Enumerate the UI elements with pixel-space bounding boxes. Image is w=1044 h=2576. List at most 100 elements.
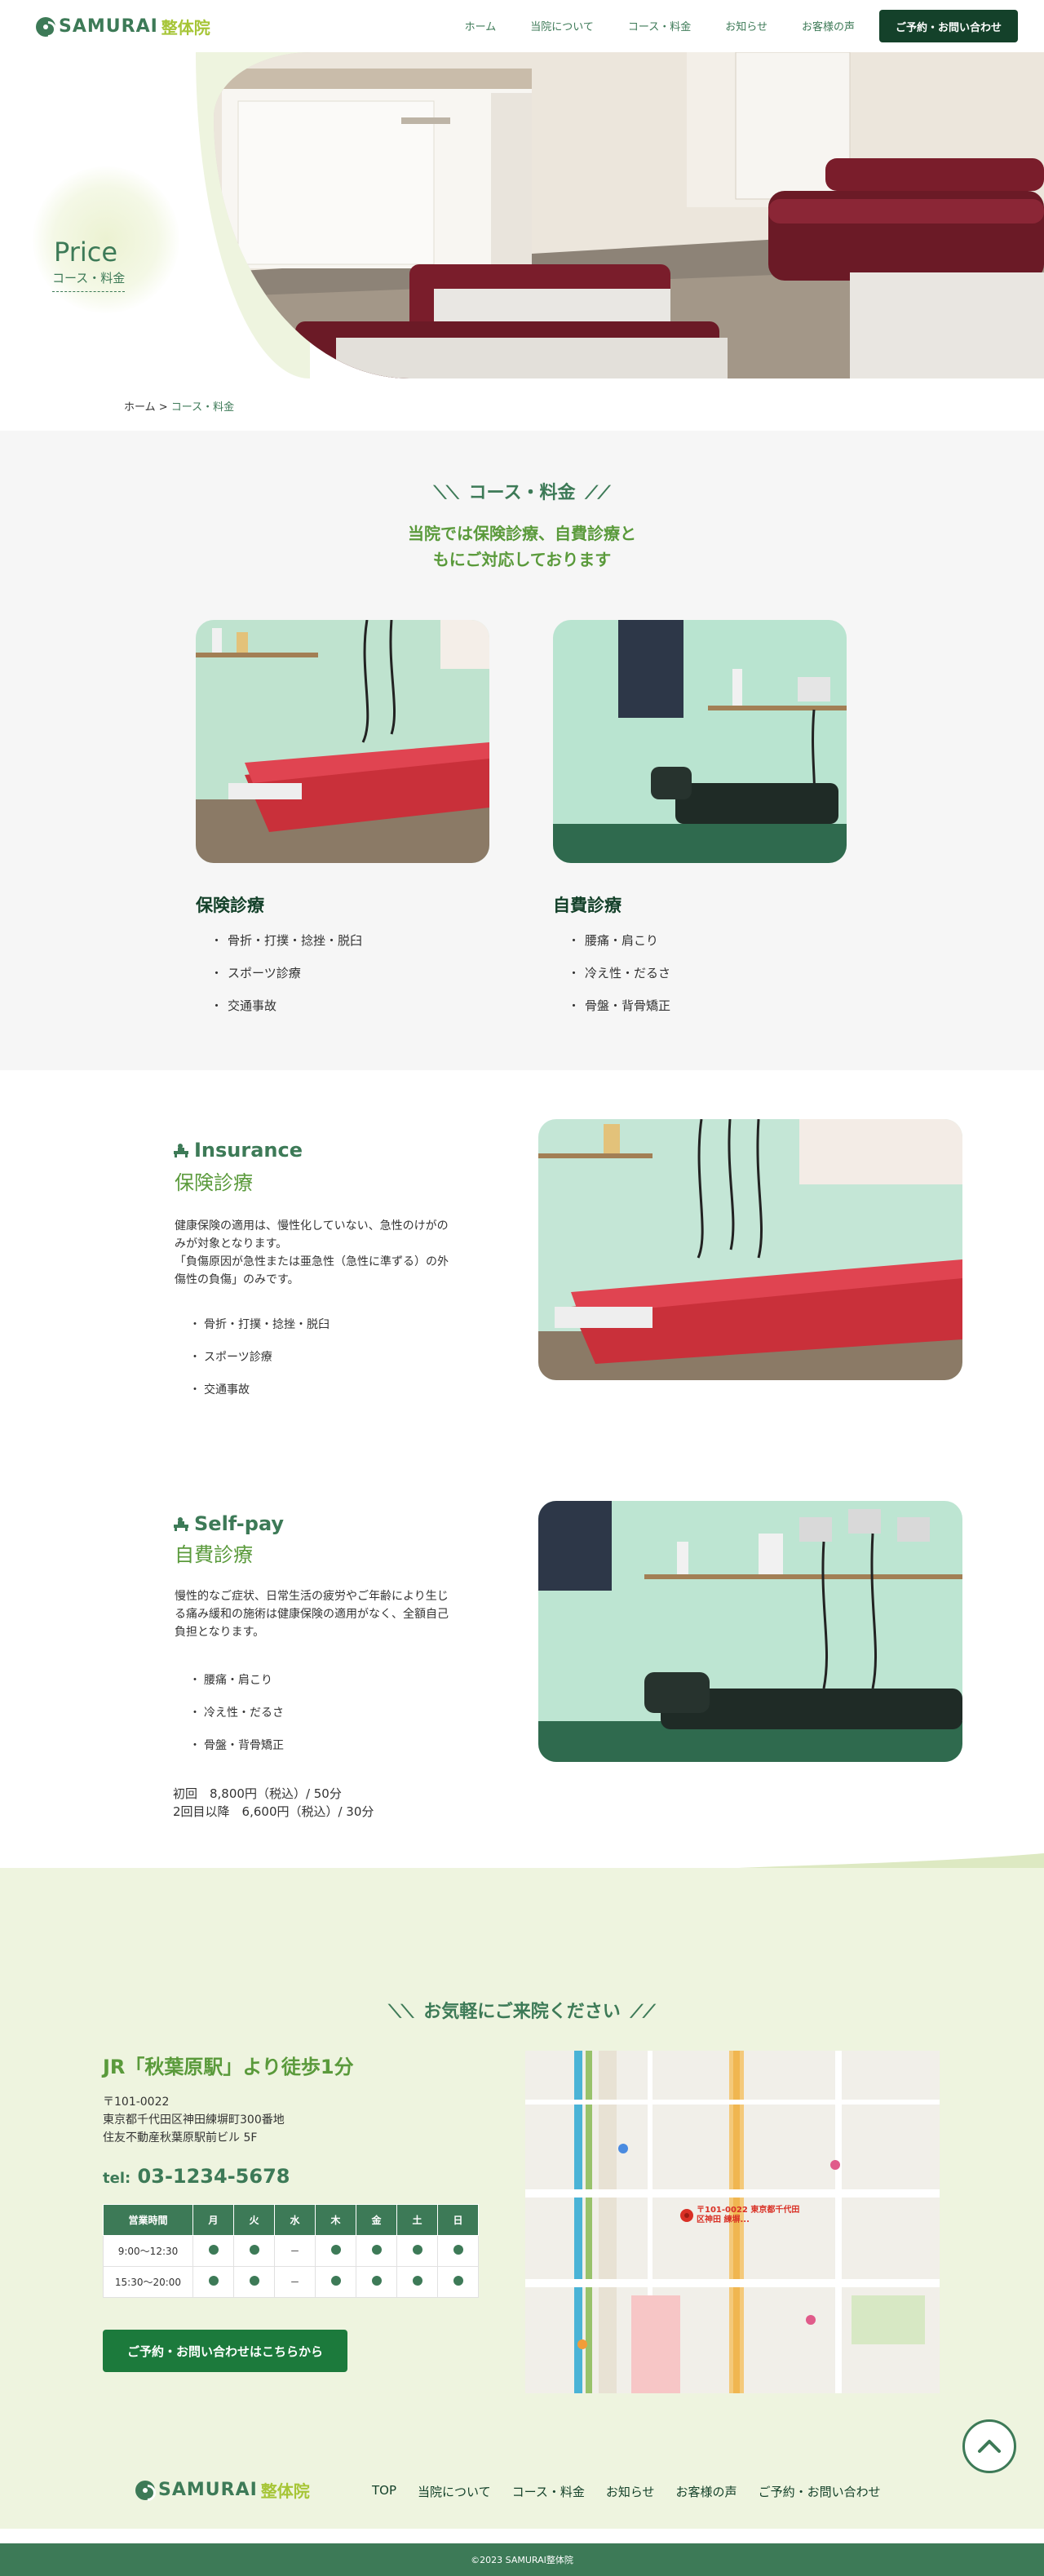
- open-cell: [315, 2235, 356, 2267]
- closed-cell: －: [274, 2235, 316, 2267]
- access-headline: JR「秋葉原駅」より徒歩1分: [103, 2056, 354, 2078]
- insurance-label: Insurance: [173, 1139, 303, 1162]
- open-dot-icon: [412, 2276, 422, 2286]
- nav-news[interactable]: お知らせ: [725, 18, 768, 33]
- insurance-card-image: [196, 620, 489, 863]
- table-row: 9:00〜12:30 －: [103, 2235, 479, 2267]
- selfpay-label: Self-pay: [173, 1512, 284, 1535]
- footer-nav-voice[interactable]: お客様の声: [676, 2483, 737, 2500]
- table-header-row: 営業時間 月 火 水 木 金 土 日: [103, 2204, 479, 2236]
- list-item: 骨盤・背骨矯正: [568, 989, 670, 1022]
- nav-home[interactable]: ホーム: [465, 18, 497, 33]
- address-zip: 〒101-0022: [103, 2096, 170, 2109]
- insurance-detail-image: [538, 1119, 962, 1380]
- open-dot-icon: [208, 2245, 219, 2255]
- selfpay-room-photo: [553, 620, 847, 863]
- breadcrumb-current: コース・料金: [170, 401, 235, 414]
- open-dot-icon: [371, 2245, 382, 2255]
- hero-image: [214, 52, 1044, 378]
- open-dot-icon: [453, 2276, 463, 2286]
- open-cell: [315, 2266, 356, 2298]
- overview-title-text: コース・料金: [468, 483, 576, 503]
- closed-cell: －: [274, 2266, 316, 2298]
- list-item: 腰痛・肩こり: [568, 924, 670, 957]
- lead-line-1: 当院では保険診療、自費診療と: [408, 524, 636, 543]
- open-dot-icon: [453, 2245, 463, 2255]
- business-hours-table: 営業時間 月 火 水 木 金 土 日 9:00〜12:30 － 15:30〜20…: [103, 2204, 479, 2298]
- selfpay-label-text: Self-pay: [194, 1512, 285, 1535]
- chevron-up-icon: [978, 2440, 1001, 2453]
- address-line-2: 住友不動産秋葉原駅前ビル 5F: [103, 2131, 258, 2144]
- massage-bed-icon: [174, 1144, 188, 1157]
- site-header: SAMURAI 整体院 ホーム 当院について コース・料金 お知らせ お客様の声…: [0, 0, 1044, 52]
- footer-nav-news[interactable]: お知らせ: [606, 2483, 655, 2500]
- nav-about[interactable]: 当院について: [530, 18, 594, 33]
- map[interactable]: 〒101-0022 東京都千代田区神田 練塀...: [525, 2051, 940, 2393]
- list-item: スポーツ診療: [210, 957, 362, 989]
- open-cell: [233, 2235, 275, 2267]
- footer-logo-text: SAMURAI: [158, 2480, 258, 2500]
- page-subtitle: コース・料金: [52, 269, 126, 292]
- map-pin-label: 〒101-0022 東京都千代田区神田 練塀...: [697, 2206, 800, 2224]
- contact-button[interactable]: ご予約・お問い合わせはこちらから: [103, 2330, 347, 2372]
- open-dot-icon: [208, 2276, 219, 2286]
- price-first: 初回 8,800円（税込）/ 50分: [173, 1786, 342, 1801]
- selfpay-sub: 自費診療: [175, 1543, 253, 1566]
- insurance-text-line: みが対象となります。: [175, 1237, 288, 1250]
- footer-logo[interactable]: SAMURAI 整体院: [135, 2478, 310, 2502]
- list-item: 交通事故: [189, 1374, 330, 1406]
- open-cell: [356, 2266, 397, 2298]
- back-to-top-button[interactable]: [962, 2419, 1016, 2473]
- open-cell: [437, 2235, 479, 2267]
- nav-voice[interactable]: お客様の声: [802, 18, 855, 33]
- selfpay-description: 慢性的なご症状、日常生活の疲労やご年齢により生じ る痛み緩和の施術は健康保険の適…: [175, 1587, 493, 1641]
- list-item: 骨折・打撲・捻挫・脱臼: [189, 1308, 330, 1341]
- footer-nav-top[interactable]: TOP: [372, 2483, 396, 2500]
- slash-right-icon: ⟋⟋: [630, 2002, 656, 2022]
- insurance-room-photo: [196, 620, 489, 863]
- insurance-description: 健康保険の適用は、慢性化していない、急性のけがの みが対象となります。 「負傷原…: [175, 1217, 493, 1289]
- tel-number: 03-1234-5678: [137, 2165, 290, 2188]
- table-header-cell: 火: [233, 2204, 275, 2236]
- hero-room-illustration: [214, 52, 1044, 378]
- address: 〒101-0022 東京都千代田区神田練塀町300番地 住友不動産秋葉原駅前ビル…: [103, 2093, 285, 2147]
- hero: Price コース・料金: [0, 52, 1044, 378]
- selfpay-list: 腰痛・肩こり 冷え性・だるさ 骨盤・背骨矯正: [189, 1664, 284, 1762]
- selfpay-detail-image: [538, 1501, 962, 1762]
- footer-nav-price[interactable]: コース・料金: [512, 2483, 585, 2500]
- lead-line-2: もにご対応しております: [432, 550, 612, 569]
- logo[interactable]: SAMURAI 整体院: [36, 15, 210, 38]
- insurance-text-line: 「負傷原因が急性または亜急性（急性に準ずる）の外: [175, 1255, 449, 1268]
- insurance-text-line: 健康保険の適用は、慢性化していない、急性のけがの: [175, 1219, 449, 1233]
- selfpay-card-image: [553, 620, 847, 863]
- selfpay-text-line: 負担となります。: [175, 1626, 265, 1639]
- list-item: 冷え性・だるさ: [189, 1697, 284, 1729]
- time-cell: 15:30〜20:00: [103, 2266, 193, 2298]
- breadcrumb-home[interactable]: ホーム: [124, 401, 156, 414]
- open-cell: [192, 2235, 234, 2267]
- open-cell: [396, 2266, 438, 2298]
- open-cell: [356, 2235, 397, 2267]
- overview-section: ⟍⟍ コース・料金 ⟋⟋ 当院では保険診療、自費診療と もにご対応しております: [0, 431, 1044, 1070]
- insurance-detail-photo: [538, 1119, 962, 1380]
- header-contact-button[interactable]: ご予約・お問い合わせ: [879, 10, 1018, 42]
- open-dot-icon: [371, 2276, 382, 2286]
- nav-price[interactable]: コース・料金: [628, 18, 691, 33]
- open-cell: [192, 2266, 234, 2298]
- footer-nav-contact[interactable]: ご予約・お問い合わせ: [759, 2483, 881, 2500]
- overview-title: ⟍⟍ コース・料金 ⟋⟋: [0, 478, 1044, 504]
- list-item: 交通事故: [210, 989, 362, 1022]
- slash-right-icon: ⟋⟋: [585, 483, 611, 503]
- breadcrumb: ホーム > コース・料金: [124, 398, 234, 414]
- breadcrumb-separator: >: [155, 401, 171, 414]
- table-header-cell: 水: [274, 2204, 316, 2236]
- insurance-card-list: 骨折・打撲・捻挫・脱臼 スポーツ診療 交通事故: [210, 924, 362, 1022]
- main-nav: ホーム 当院について コース・料金 お知らせ お客様の声: [465, 18, 855, 33]
- list-item: 腰痛・肩こり: [189, 1664, 284, 1697]
- logo-text: SAMURAI: [59, 16, 158, 37]
- phone-number[interactable]: tel: 03-1234-5678: [103, 2165, 290, 2188]
- slash-left-icon: ⟍⟍: [433, 483, 459, 503]
- footer-nav-about[interactable]: 当院について: [418, 2483, 491, 2500]
- insurance-list: 骨折・打撲・捻挫・脱臼 スポーツ診療 交通事故: [189, 1308, 330, 1406]
- time-cell: 9:00〜12:30: [103, 2235, 193, 2267]
